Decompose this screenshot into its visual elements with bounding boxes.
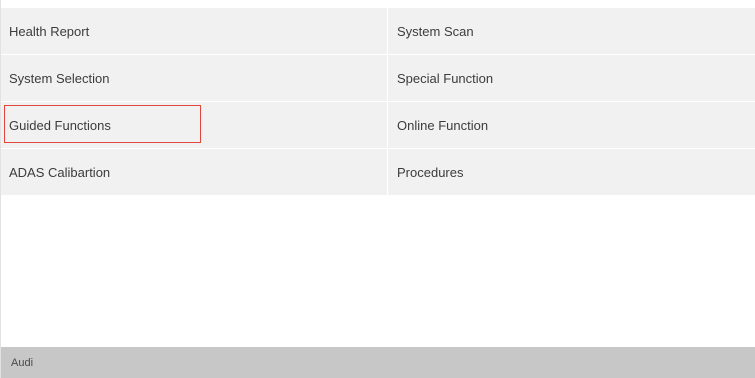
menu-item-procedures[interactable]: Procedures	[388, 149, 755, 195]
menu-item-system-selection[interactable]: System Selection	[1, 55, 387, 101]
status-bar: Audi	[1, 347, 755, 378]
menu-item-guided-functions[interactable]: Guided Functions	[1, 102, 387, 148]
menu-row: Health Report System Scan	[1, 8, 755, 54]
function-menu-grid: Health Report System Scan System Selecti…	[1, 8, 755, 196]
diagnostic-menu-screen: Health Report System Scan System Selecti…	[0, 0, 755, 378]
menu-row: Guided Functions Online Function	[1, 102, 755, 148]
menu-row: ADAS Calibartion Procedures	[1, 149, 755, 195]
menu-item-online-function[interactable]: Online Function	[388, 102, 755, 148]
menu-item-adas-calibration[interactable]: ADAS Calibartion	[1, 149, 387, 195]
menu-item-health-report[interactable]: Health Report	[1, 8, 387, 54]
menu-row: System Selection Special Function	[1, 55, 755, 101]
vehicle-brand-label: Audi	[11, 356, 34, 369]
menu-item-system-scan[interactable]: System Scan	[388, 8, 755, 54]
menu-item-special-function[interactable]: Special Function	[388, 55, 755, 101]
